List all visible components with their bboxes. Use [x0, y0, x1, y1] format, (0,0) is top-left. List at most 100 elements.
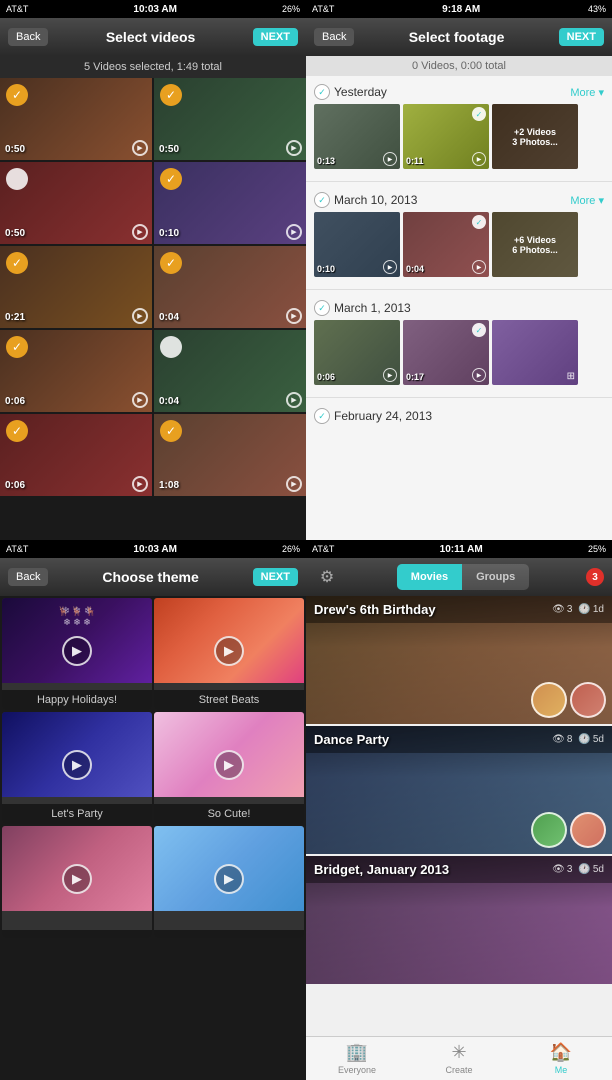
play-icon-1: ▶ — [132, 140, 148, 156]
movie-meta-3: 👁 3 🕐 5d — [552, 864, 604, 875]
video-thumb-6[interactable]: ✓ 0:04 ▶ — [154, 246, 306, 328]
footage-thumb-r3[interactable]: ⊞ — [492, 320, 578, 385]
movies-groups-panel: AT&T 10:11 AM 25% ⚙ Movies Groups 3 Drew… — [306, 540, 612, 1080]
section-check-feb24[interactable]: ✓ — [314, 408, 330, 424]
footage-thumb-m3[interactable]: +6 Videos 6 Photos... — [492, 212, 578, 277]
next-button-2[interactable]: NEXT — [559, 28, 604, 46]
movie-item-dance-party[interactable]: Dance Party 👁 8 🕐 5d — [306, 726, 612, 854]
next-button-1[interactable]: NEXT — [253, 28, 298, 46]
play-icon-4: ▶ — [286, 224, 302, 240]
video-thumb-3[interactable]: 0:50 ▶ — [0, 162, 152, 244]
ft-dur-m2: 0:04 — [406, 264, 424, 274]
play-icon-3: ▶ — [132, 224, 148, 240]
theme-street-beats[interactable]: ▶ Street Beats — [154, 598, 304, 710]
select-videos-panel: AT&T 10:03 AM 26% Back Select videos NEX… — [0, 0, 306, 540]
ft-play-r1: ▶ — [383, 368, 397, 382]
footage-section-march10: ✓ March 10, 2013 More ▾ 0:10 ▶ ✓ 0:04 ▶ … — [306, 184, 612, 287]
play-icon-6: ▶ — [286, 308, 302, 324]
check-8 — [160, 336, 182, 358]
ft-play-y1: ▶ — [383, 152, 397, 166]
back-button-1[interactable]: Back — [8, 28, 48, 46]
footage-thumb-r2[interactable]: ✓ 0:17 ▶ — [403, 320, 489, 385]
avatar-1a — [531, 682, 567, 718]
theme-sky[interactable]: ▶ — [154, 826, 304, 938]
footage-thumb-m2[interactable]: ✓ 0:04 ▶ — [403, 212, 489, 277]
tab-bar-me[interactable]: 🏠 Me — [510, 1037, 612, 1080]
video-thumb-5[interactable]: ✓ 0:21 ▶ — [0, 246, 152, 328]
video-thumb-9[interactable]: ✓ 0:06 ▶ — [0, 414, 152, 496]
time-3: 10:03 AM — [133, 544, 177, 555]
footage-thumb-y3[interactable]: +2 Videos 3 Photos... — [492, 104, 578, 169]
video-thumb-1[interactable]: ✓ 0:50 ▶ — [0, 78, 152, 160]
footage-thumb-r1[interactable]: 0:06 ▶ — [314, 320, 400, 385]
nav-bar-1: Back Select videos NEXT — [0, 18, 306, 56]
back-button-3[interactable]: Back — [8, 568, 48, 586]
me-label: Me — [555, 1065, 568, 1075]
theme-lets-party[interactable]: ▶ Let's Party — [2, 712, 152, 824]
more-btn-march10[interactable]: More ▾ — [570, 194, 604, 207]
check-text-yesterday: ✓ Yesterday — [314, 84, 387, 100]
tab-groups[interactable]: Groups — [462, 564, 529, 590]
check-7: ✓ — [6, 336, 28, 358]
check-5: ✓ — [6, 252, 28, 274]
check-10: ✓ — [160, 420, 182, 442]
duration-10: 1:08 — [159, 480, 179, 491]
movie-meta-2: 👁 8 🕐 5d — [552, 734, 604, 745]
video-thumb-4[interactable]: ✓ 0:10 ▶ — [154, 162, 306, 244]
movie-title-3: Bridget, January 2013 — [314, 862, 449, 877]
movie-item-drews-birthday[interactable]: Drew's 6th Birthday 👁 3 🕐 1d — [306, 596, 612, 724]
movie-item-bridget[interactable]: Bridget, January 2013 👁 3 🕐 5d — [306, 856, 612, 984]
movie-days-3: 🕐 5d — [578, 864, 604, 875]
section-check-march1[interactable]: ✓ — [314, 300, 330, 316]
theme-label-1: Happy Holidays! — [2, 690, 152, 710]
ft-img-icon-r3: ⊞ — [567, 371, 575, 382]
theme-play-3: ▶ — [62, 750, 92, 780]
section-date-march1: March 1, 2013 — [334, 301, 411, 315]
movie-title-bar-2: Dance Party 👁 8 🕐 5d — [306, 726, 612, 753]
movie-title-1: Drew's 6th Birthday — [314, 602, 436, 617]
theme-love[interactable]: ▶ — [2, 826, 152, 938]
movie-title-bar-3: Bridget, January 2013 👁 3 🕐 5d — [306, 856, 612, 883]
subtitle-1: 5 Videos selected, 1:49 total — [0, 56, 306, 78]
footage-thumb-y2[interactable]: ✓ 0:11 ▶ — [403, 104, 489, 169]
movie-views-2: 👁 8 — [552, 734, 572, 745]
video-thumb-8[interactable]: 0:04 ▶ — [154, 330, 306, 412]
more-btn-yesterday[interactable]: More ▾ — [570, 86, 604, 99]
footage-thumb-m1[interactable]: 0:10 ▶ — [314, 212, 400, 277]
ft-more-videos-m3: +6 Videos — [514, 235, 556, 245]
next-button-3[interactable]: NEXT — [253, 568, 298, 586]
status-bar-2: AT&T 9:18 AM 43% — [306, 0, 612, 18]
me-icon: 🏠 — [550, 1042, 572, 1063]
status-bar-1: AT&T 10:03 AM 26% — [0, 0, 306, 18]
avatar-2a — [531, 812, 567, 848]
theme-play-4: ▶ — [214, 750, 244, 780]
video-thumb-10[interactable]: ✓ 1:08 ▶ — [154, 414, 306, 496]
footage-thumb-y1[interactable]: 0:13 ▶ — [314, 104, 400, 169]
movies-list[interactable]: Drew's 6th Birthday 👁 3 🕐 1d Dance Party… — [306, 596, 612, 1036]
check-text-feb24: ✓ February 24, 2013 — [314, 408, 432, 424]
tab-bar-everyone[interactable]: 🏢 Everyone — [306, 1037, 408, 1080]
ft-play-y2: ▶ — [472, 152, 486, 166]
movie-views-1: 👁 3 — [552, 604, 572, 615]
avatar-1b — [570, 682, 606, 718]
section-header-yesterday: ✓ Yesterday More ▾ — [314, 80, 604, 104]
duration-3: 0:50 — [5, 228, 25, 239]
back-button-2[interactable]: Back — [314, 28, 354, 46]
video-thumb-2[interactable]: ✓ 0:50 ▶ — [154, 78, 306, 160]
duration-2: 0:50 — [159, 144, 179, 155]
theme-so-cute[interactable]: ▶ So Cute! — [154, 712, 304, 824]
video-thumb-7[interactable]: ✓ 0:06 ▶ — [0, 330, 152, 412]
play-icon-7: ▶ — [132, 392, 148, 408]
ft-play-r2: ▶ — [472, 368, 486, 382]
footage-scroll[interactable]: ✓ Yesterday More ▾ 0:13 ▶ ✓ 0:11 ▶ +2 Vi… — [306, 76, 612, 532]
gear-button[interactable]: ⚙ — [314, 564, 340, 590]
play-icon-9: ▶ — [132, 476, 148, 492]
footage-section-yesterday: ✓ Yesterday More ▾ 0:13 ▶ ✓ 0:11 ▶ +2 Vi… — [306, 76, 612, 179]
tab-movies[interactable]: Movies — [397, 564, 462, 590]
section-check-yesterday[interactable]: ✓ — [314, 84, 330, 100]
theme-happy-holidays[interactable]: 🦌 🦌 🦌❄ ❄ ❄ ▶ Happy Holidays! — [2, 598, 152, 710]
tab-bar-create[interactable]: ✳ Create — [408, 1037, 510, 1080]
theme-label-2: Street Beats — [154, 690, 304, 710]
section-check-march10[interactable]: ✓ — [314, 192, 330, 208]
carrier-2: AT&T — [312, 4, 334, 14]
